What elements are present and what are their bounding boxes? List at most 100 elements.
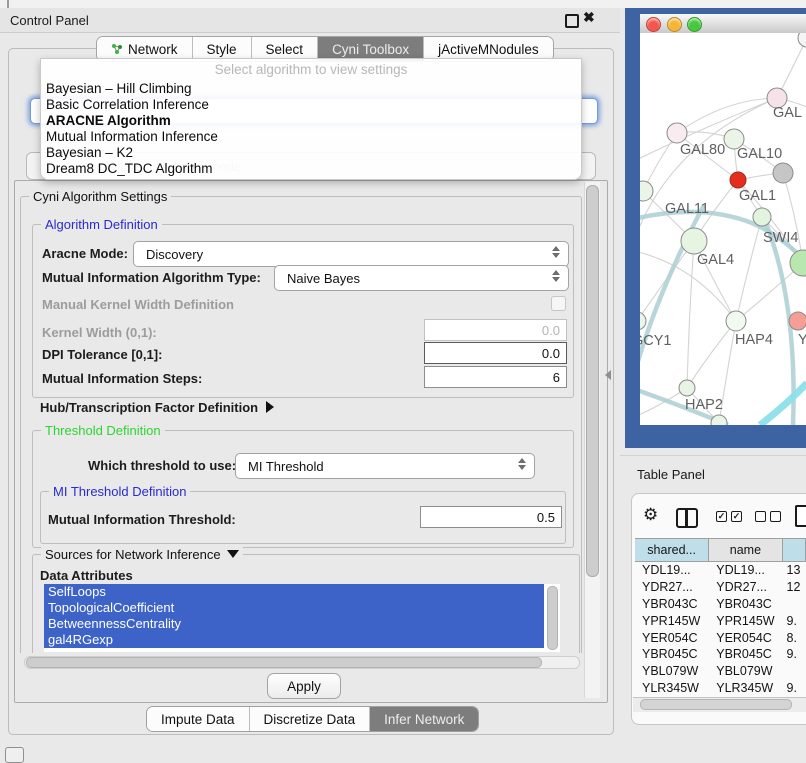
table-row[interactable]: YDR27...YDR27...12: [635, 579, 806, 596]
algorithm-option[interactable]: Basic Correlation Inference: [46, 97, 576, 113]
table-row[interactable]: YER054CYER054C8.: [635, 629, 806, 646]
table-cell: YLR345W: [709, 681, 782, 695]
network-node-label: GAL: [773, 105, 802, 121]
table-row[interactable]: YDL19...YDL19...13: [635, 562, 806, 579]
attributes-vertical-scrollbar[interactable]: [547, 586, 558, 650]
network-node-y[interactable]: [789, 312, 806, 330]
algorithm-option[interactable]: Bayesian – Hill Climbing: [46, 81, 576, 97]
table-row[interactable]: YBR045CYBR045C9.: [635, 646, 806, 663]
apply-button[interactable]: Apply: [267, 673, 341, 699]
column-header-shared-[interactable]: shared...: [635, 539, 709, 561]
attribute-item[interactable]: SelfLoops: [44, 584, 544, 600]
algorithm-option[interactable]: Mutual Information Inference: [46, 129, 576, 145]
network-node-swi4[interactable]: [753, 208, 771, 226]
aracne-mode-select[interactable]: Discovery: [133, 241, 569, 267]
tab-label: jActiveMNodules: [438, 42, 539, 57]
network-node[interactable]: [773, 163, 793, 183]
bottom-tab-impute-data[interactable]: Impute Data: [147, 707, 250, 731]
mi-threshold-field[interactable]: [420, 506, 562, 528]
algorithm-popup-placeholder: Select algorithm to view settings: [41, 62, 581, 77]
table-cell: 9.: [783, 614, 806, 628]
select-all-icon[interactable]: ✓✓: [716, 511, 742, 522]
close-traffic-light-icon[interactable]: [646, 17, 661, 32]
algorithm-option[interactable]: Bayesian – K2: [46, 145, 576, 161]
tab-label: Cyni Toolbox: [332, 42, 409, 57]
float-window-icon[interactable]: [565, 14, 579, 28]
mi-steps-label: Mutual Information Steps:: [42, 371, 202, 386]
table-cell: 9.: [783, 681, 806, 695]
table-cell: YBR045C: [709, 647, 782, 661]
dpi-tolerance-field[interactable]: [424, 342, 567, 364]
file-icon[interactable]: [795, 505, 806, 527]
network-node-label: GAL10: [737, 146, 782, 162]
algorithm-popup: Select algorithm to view settings Bayesi…: [40, 58, 582, 180]
hub-definition-label: Hub/Transcription Factor Definition: [40, 400, 258, 415]
algorithm-option[interactable]: Dream8 DC_TDC Algorithm: [46, 161, 576, 177]
network-graph: GALGAL80GAL10GAL1GAL11SWI4GAL4GCY1HAP4YH…: [640, 33, 806, 425]
network-node-gal80[interactable]: [667, 123, 687, 143]
which-threshold-value: MI Threshold: [248, 459, 324, 474]
table-row[interactable]: YLR345WYLR345W9.: [635, 680, 806, 697]
tab-label: Style: [207, 42, 237, 57]
algorithm-option[interactable]: ARACNE Algorithm: [46, 113, 576, 129]
attribute-item[interactable]: BetweennessCentrality: [44, 616, 544, 632]
dpi-tolerance-label: DPI Tolerance [0,1]:: [42, 347, 162, 362]
mi-type-select[interactable]: Naive Bayes: [274, 265, 569, 291]
table-row[interactable]: YBR043CYBR043C: [635, 596, 806, 613]
network-node-hap2[interactable]: [679, 380, 695, 396]
bottom-tab-discretize-data[interactable]: Discretize Data: [250, 707, 371, 731]
mi-type-value: Naive Bayes: [287, 271, 360, 286]
data-attributes-label: Data Attributes: [40, 568, 133, 583]
manual-kernel-checkbox[interactable]: [551, 296, 566, 311]
table-cell: YDL19...: [709, 563, 782, 577]
tab-label: Network: [128, 42, 178, 57]
which-threshold-select[interactable]: MI Threshold: [235, 453, 535, 479]
network-icon: [111, 43, 123, 55]
collapse-down-icon: [227, 550, 239, 558]
network-node-hap4[interactable]: [726, 311, 746, 331]
column-header-col3[interactable]: [783, 539, 806, 561]
attribute-item[interactable]: gal4RGexp: [44, 632, 544, 648]
bottom-tab-label: Discretize Data: [264, 712, 356, 727]
network-canvas[interactable]: GALGAL80GAL10GAL1GAL11SWI4GAL4GCY1HAP4YH…: [640, 33, 806, 425]
column-header-name[interactable]: name: [709, 539, 782, 561]
table-cell: 8.: [783, 631, 806, 645]
network-node-gal4[interactable]: [681, 228, 707, 254]
network-node-gcy1[interactable]: [640, 312, 646, 330]
bottom-tab-infer-network[interactable]: Infer Network: [370, 707, 478, 731]
combo-arrows-icon: [552, 246, 560, 258]
combo-arrows-icon: [518, 458, 526, 470]
gear-icon[interactable]: ⚙: [643, 505, 658, 525]
kernel-width-field[interactable]: [424, 319, 567, 341]
network-node-label: SWI4: [763, 230, 798, 246]
table-row[interactable]: YPR145WYPR145W9.: [635, 612, 806, 629]
table-row[interactable]: YBL079WYBL079W: [635, 663, 806, 680]
mi-steps-field[interactable]: [424, 366, 567, 388]
sources-title: Sources for Network Inference: [45, 547, 221, 562]
table-header-row: shared...name: [635, 538, 806, 562]
deselect-all-icon[interactable]: [755, 511, 781, 522]
split-columns-icon[interactable]: [676, 508, 698, 528]
network-node-gal11[interactable]: [640, 181, 653, 201]
network-window-titlebar[interactable]: [640, 14, 806, 34]
settings-vertical-scrollbar-thumb[interactable]: [586, 185, 599, 577]
table-cell: YBR045C: [635, 647, 709, 661]
network-edge: [736, 217, 762, 321]
attribute-item[interactable]: TopologicalCoefficient: [44, 600, 544, 616]
cyni-algorithm-settings-title: Cyni Algorithm Settings: [29, 189, 171, 204]
settings-horizontal-scrollbar-thumb[interactable]: [26, 657, 542, 668]
table-cell: YBR043C: [709, 597, 782, 611]
splitter-tick[interactable]: [7, 0, 9, 8]
table-cell: YBR043C: [635, 597, 709, 611]
hub-definition-toggle[interactable]: Hub/Transcription Factor Definition: [40, 400, 274, 415]
network-node[interactable]: [798, 33, 806, 47]
splitter-collapse-icon[interactable]: [605, 370, 611, 380]
zoom-traffic-light-icon[interactable]: [687, 17, 702, 32]
panel-toggle-icon[interactable]: [5, 747, 24, 763]
minimize-traffic-light-icon[interactable]: [667, 17, 682, 32]
which-threshold-label: Which threshold to use:: [88, 458, 236, 473]
sources-toggle[interactable]: Sources for Network Inference: [41, 547, 243, 562]
close-icon[interactable]: ✖: [583, 9, 595, 26]
table-horizontal-scrollbar-thumb[interactable]: [640, 699, 792, 710]
network-node-gal1[interactable]: [730, 172, 746, 188]
